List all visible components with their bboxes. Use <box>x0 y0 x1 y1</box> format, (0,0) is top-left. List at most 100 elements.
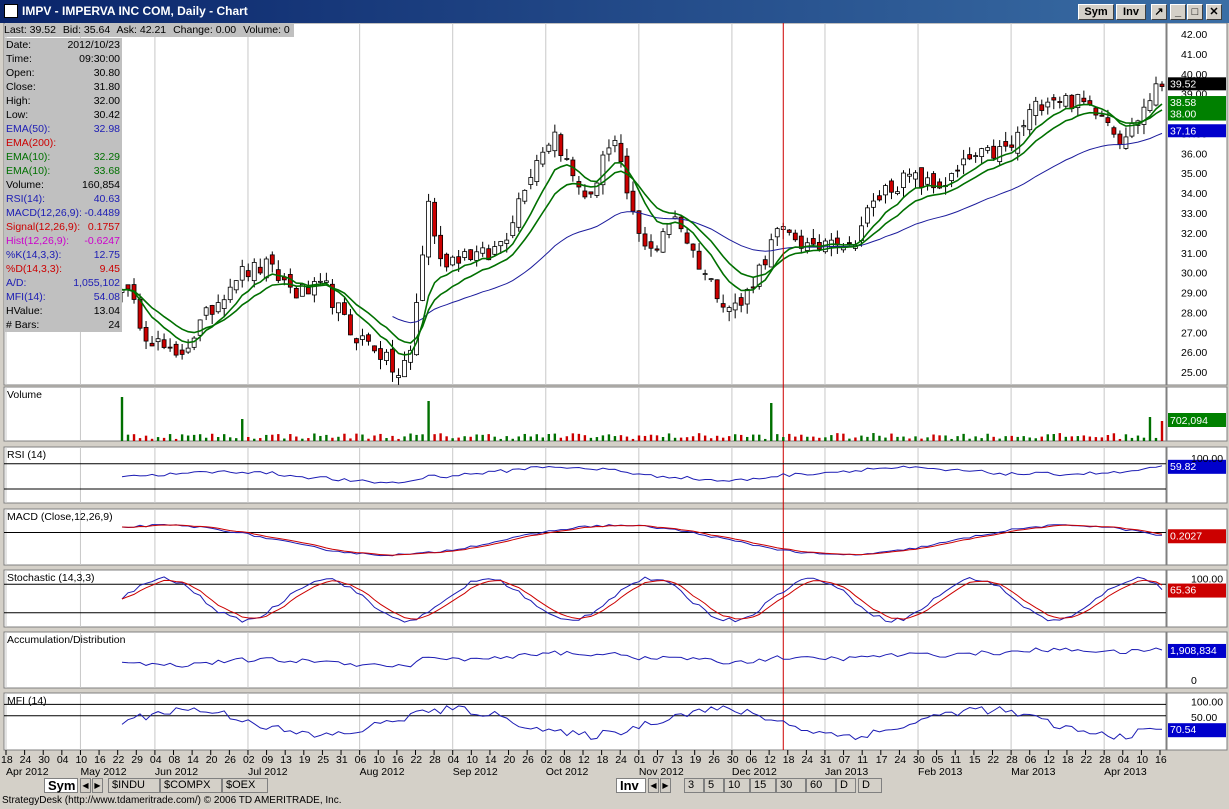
inv-button[interactable]: Inv <box>1116 4 1146 20</box>
symbol-tab-indu[interactable]: $INDU <box>108 778 160 793</box>
indicator-panel-title: Volume <box>7 389 42 401</box>
candle-body <box>1159 83 1165 87</box>
candle-body <box>714 279 720 300</box>
indicator-panel-title: MACD (Close,12,26,9) <box>7 511 113 523</box>
candle-body <box>402 360 407 378</box>
candle-body <box>564 158 570 160</box>
quote-ask: Ask: 42.21 <box>116 24 167 36</box>
data-window-value: 32.98 <box>93 123 120 135</box>
candle-body <box>540 151 546 165</box>
candle-body <box>889 180 894 193</box>
volume-bar <box>739 434 743 441</box>
volume-bar <box>733 434 737 441</box>
candle-body <box>612 140 618 147</box>
candle-body <box>546 144 552 152</box>
period-tab-60[interactable]: 60 <box>806 778 836 793</box>
period-tab-3[interactable]: 3 <box>684 778 704 793</box>
period-tab-10[interactable]: 10 <box>724 778 750 793</box>
volume-bar <box>661 436 665 441</box>
volume-bar <box>1076 436 1080 441</box>
symbol-tab-oex[interactable]: $OEX <box>222 778 268 793</box>
data-window-value: 2012/10/23 <box>67 39 120 51</box>
status-bar: StrategyDesk (http://www.tdameritrade.co… <box>0 794 1229 809</box>
panel-frame <box>3 631 1167 689</box>
maximize-icon[interactable]: □ <box>1187 4 1203 20</box>
candle-body <box>221 299 227 309</box>
candle-body <box>907 173 912 177</box>
candle-body <box>336 302 341 314</box>
volume-bar <box>475 434 478 441</box>
x-day-label: 12 <box>578 754 590 766</box>
volume-bar <box>679 437 683 441</box>
data-window-label: Date: <box>6 39 32 51</box>
price-tick-label: 30.00 <box>1181 268 1207 280</box>
period-tab-5[interactable]: 5 <box>704 778 724 793</box>
close-icon[interactable]: ✕ <box>1206 4 1222 20</box>
volume-bar <box>878 435 881 441</box>
candle-body <box>269 254 275 265</box>
next-arrow-icon[interactable]: ▶ <box>92 778 103 793</box>
candle-body <box>179 349 185 355</box>
volume-bar <box>625 436 629 441</box>
prev-arrow-icon[interactable]: ◀ <box>80 778 91 793</box>
candle-body <box>1069 94 1075 110</box>
price-tick-label: 42.00 <box>1181 29 1207 41</box>
volume-bar <box>1064 436 1068 441</box>
volume-bar <box>1052 434 1055 441</box>
period-tab-d-2[interactable]: D <box>858 778 882 793</box>
x-day-label: 28 <box>1099 754 1111 766</box>
period-tab-15[interactable]: 15 <box>750 778 776 793</box>
candle-body <box>666 223 672 235</box>
volume-bar <box>932 434 935 441</box>
volume-bar <box>463 436 466 441</box>
indicator-tick-label: 100.00 <box>1191 453 1223 465</box>
period-tab-d[interactable]: D <box>836 778 856 793</box>
chart-canvas[interactable]: 42.0041.0040.0039.0038.0037.0036.0035.00… <box>0 23 1229 777</box>
data-window-row: %K(14,3,3): 12.75 <box>4 248 122 262</box>
indicator-panel-title: Accumulation/Distribution <box>7 634 126 646</box>
candle-body <box>197 319 203 336</box>
volume-bar <box>673 437 677 441</box>
data-window-row: EMA(10): 32.29 <box>4 150 122 164</box>
volume-bar <box>379 433 382 441</box>
x-day-label: 10 <box>373 754 385 766</box>
data-window-value: 24 <box>108 319 120 331</box>
sym-tab[interactable]: Sym <box>44 778 78 793</box>
data-window-label: Volume: <box>6 179 44 191</box>
period-tab-30[interactable]: 30 <box>776 778 806 793</box>
x-day-label: 11 <box>950 754 961 766</box>
x-month-label: Jul 2012 <box>248 766 288 777</box>
x-day-label: 31 <box>336 754 348 766</box>
candle-body <box>233 280 239 291</box>
status-text: StrategyDesk (http://www.tdameritrade.co… <box>2 795 342 806</box>
price-tick-label: 26.00 <box>1181 347 1207 359</box>
candle-body <box>378 348 383 360</box>
minimize-icon[interactable]: _ <box>1170 4 1186 20</box>
candle-body <box>955 169 961 172</box>
data-window-value: 32.00 <box>93 95 120 107</box>
volume-bar <box>980 438 983 441</box>
data-window-row: MFI(14): 54.08 <box>4 290 122 304</box>
volume-bar <box>1028 437 1031 441</box>
x-month-label: Oct 2012 <box>546 766 589 777</box>
symbol-tab-compx[interactable]: $COMPX <box>160 778 222 793</box>
data-window-row: HValue: 13.04 <box>4 304 122 318</box>
data-window-row: MACD(12,26,9): -0.4489 <box>4 206 122 220</box>
candle-body <box>1051 97 1057 101</box>
volume-bar <box>337 436 340 441</box>
volume-bar <box>253 438 256 441</box>
volume-bar <box>1130 437 1134 441</box>
inv-next-arrow-icon[interactable]: ▶ <box>660 778 671 793</box>
tab-bar: Sym ◀ ▶ $INDU $COMPX $OEX Inv ◀ ▶ 3 5 10… <box>0 777 1229 794</box>
data-window-value: 54.08 <box>93 291 120 303</box>
candle-body <box>648 241 654 249</box>
data-window-row: High: 32.00 <box>4 94 122 108</box>
inv-prev-arrow-icon[interactable]: ◀ <box>648 778 659 793</box>
x-day-label: 19 <box>299 754 311 766</box>
inv-tab[interactable]: Inv <box>616 778 646 793</box>
volume-bar <box>758 434 761 441</box>
volume-bar <box>908 438 911 441</box>
sym-button[interactable]: Sym <box>1078 4 1114 20</box>
pop-out-icon[interactable]: ↗ <box>1151 4 1167 20</box>
candle-body <box>311 281 317 296</box>
